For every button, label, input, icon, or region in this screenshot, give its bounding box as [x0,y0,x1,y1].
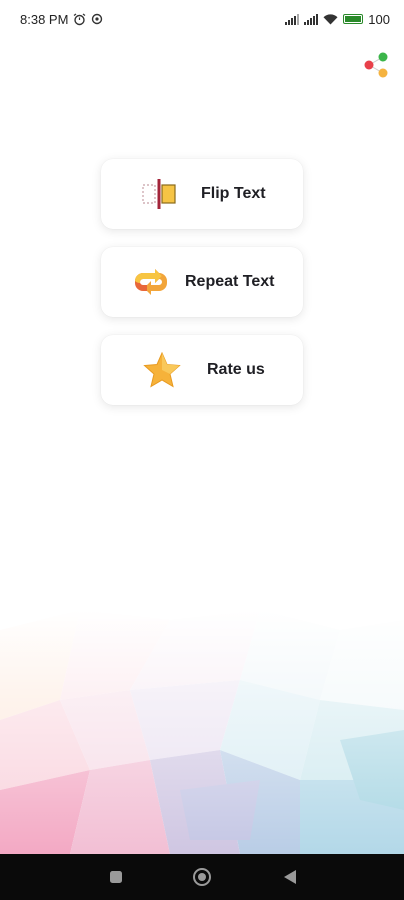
status-bar: 8:38 PM 100 [0,0,404,38]
share-icon[interactable] [362,50,392,80]
clock: 8:38 PM [20,11,69,27]
home-icon [193,868,211,886]
decorative-background [0,610,404,854]
rate-us-label: Rate us [207,361,265,378]
back-button[interactable] [270,854,310,900]
repeat-text-button[interactable]: Repeat Text [101,247,303,317]
back-icon [284,870,296,884]
battery-icon [343,14,364,24]
rate-us-button[interactable]: Rate us [101,335,303,405]
navigation-bar [0,854,404,900]
repeat-text-label: Repeat Text [185,273,275,290]
wifi-icon [323,13,338,24]
recent-apps-icon [110,871,122,883]
flip-icon [142,179,176,209]
signal-icon [285,13,300,25]
repeat-icon [135,269,167,295]
alarm-icon [74,13,86,25]
signal-icon [304,13,319,25]
recent-apps-button[interactable] [96,854,136,900]
flip-text-label: Flip Text [201,185,266,202]
star-icon [143,352,181,388]
battery-level: 100 [368,11,390,27]
flip-text-button[interactable]: Flip Text [101,159,303,229]
sync-icon [92,13,103,25]
home-button[interactable] [182,854,222,900]
